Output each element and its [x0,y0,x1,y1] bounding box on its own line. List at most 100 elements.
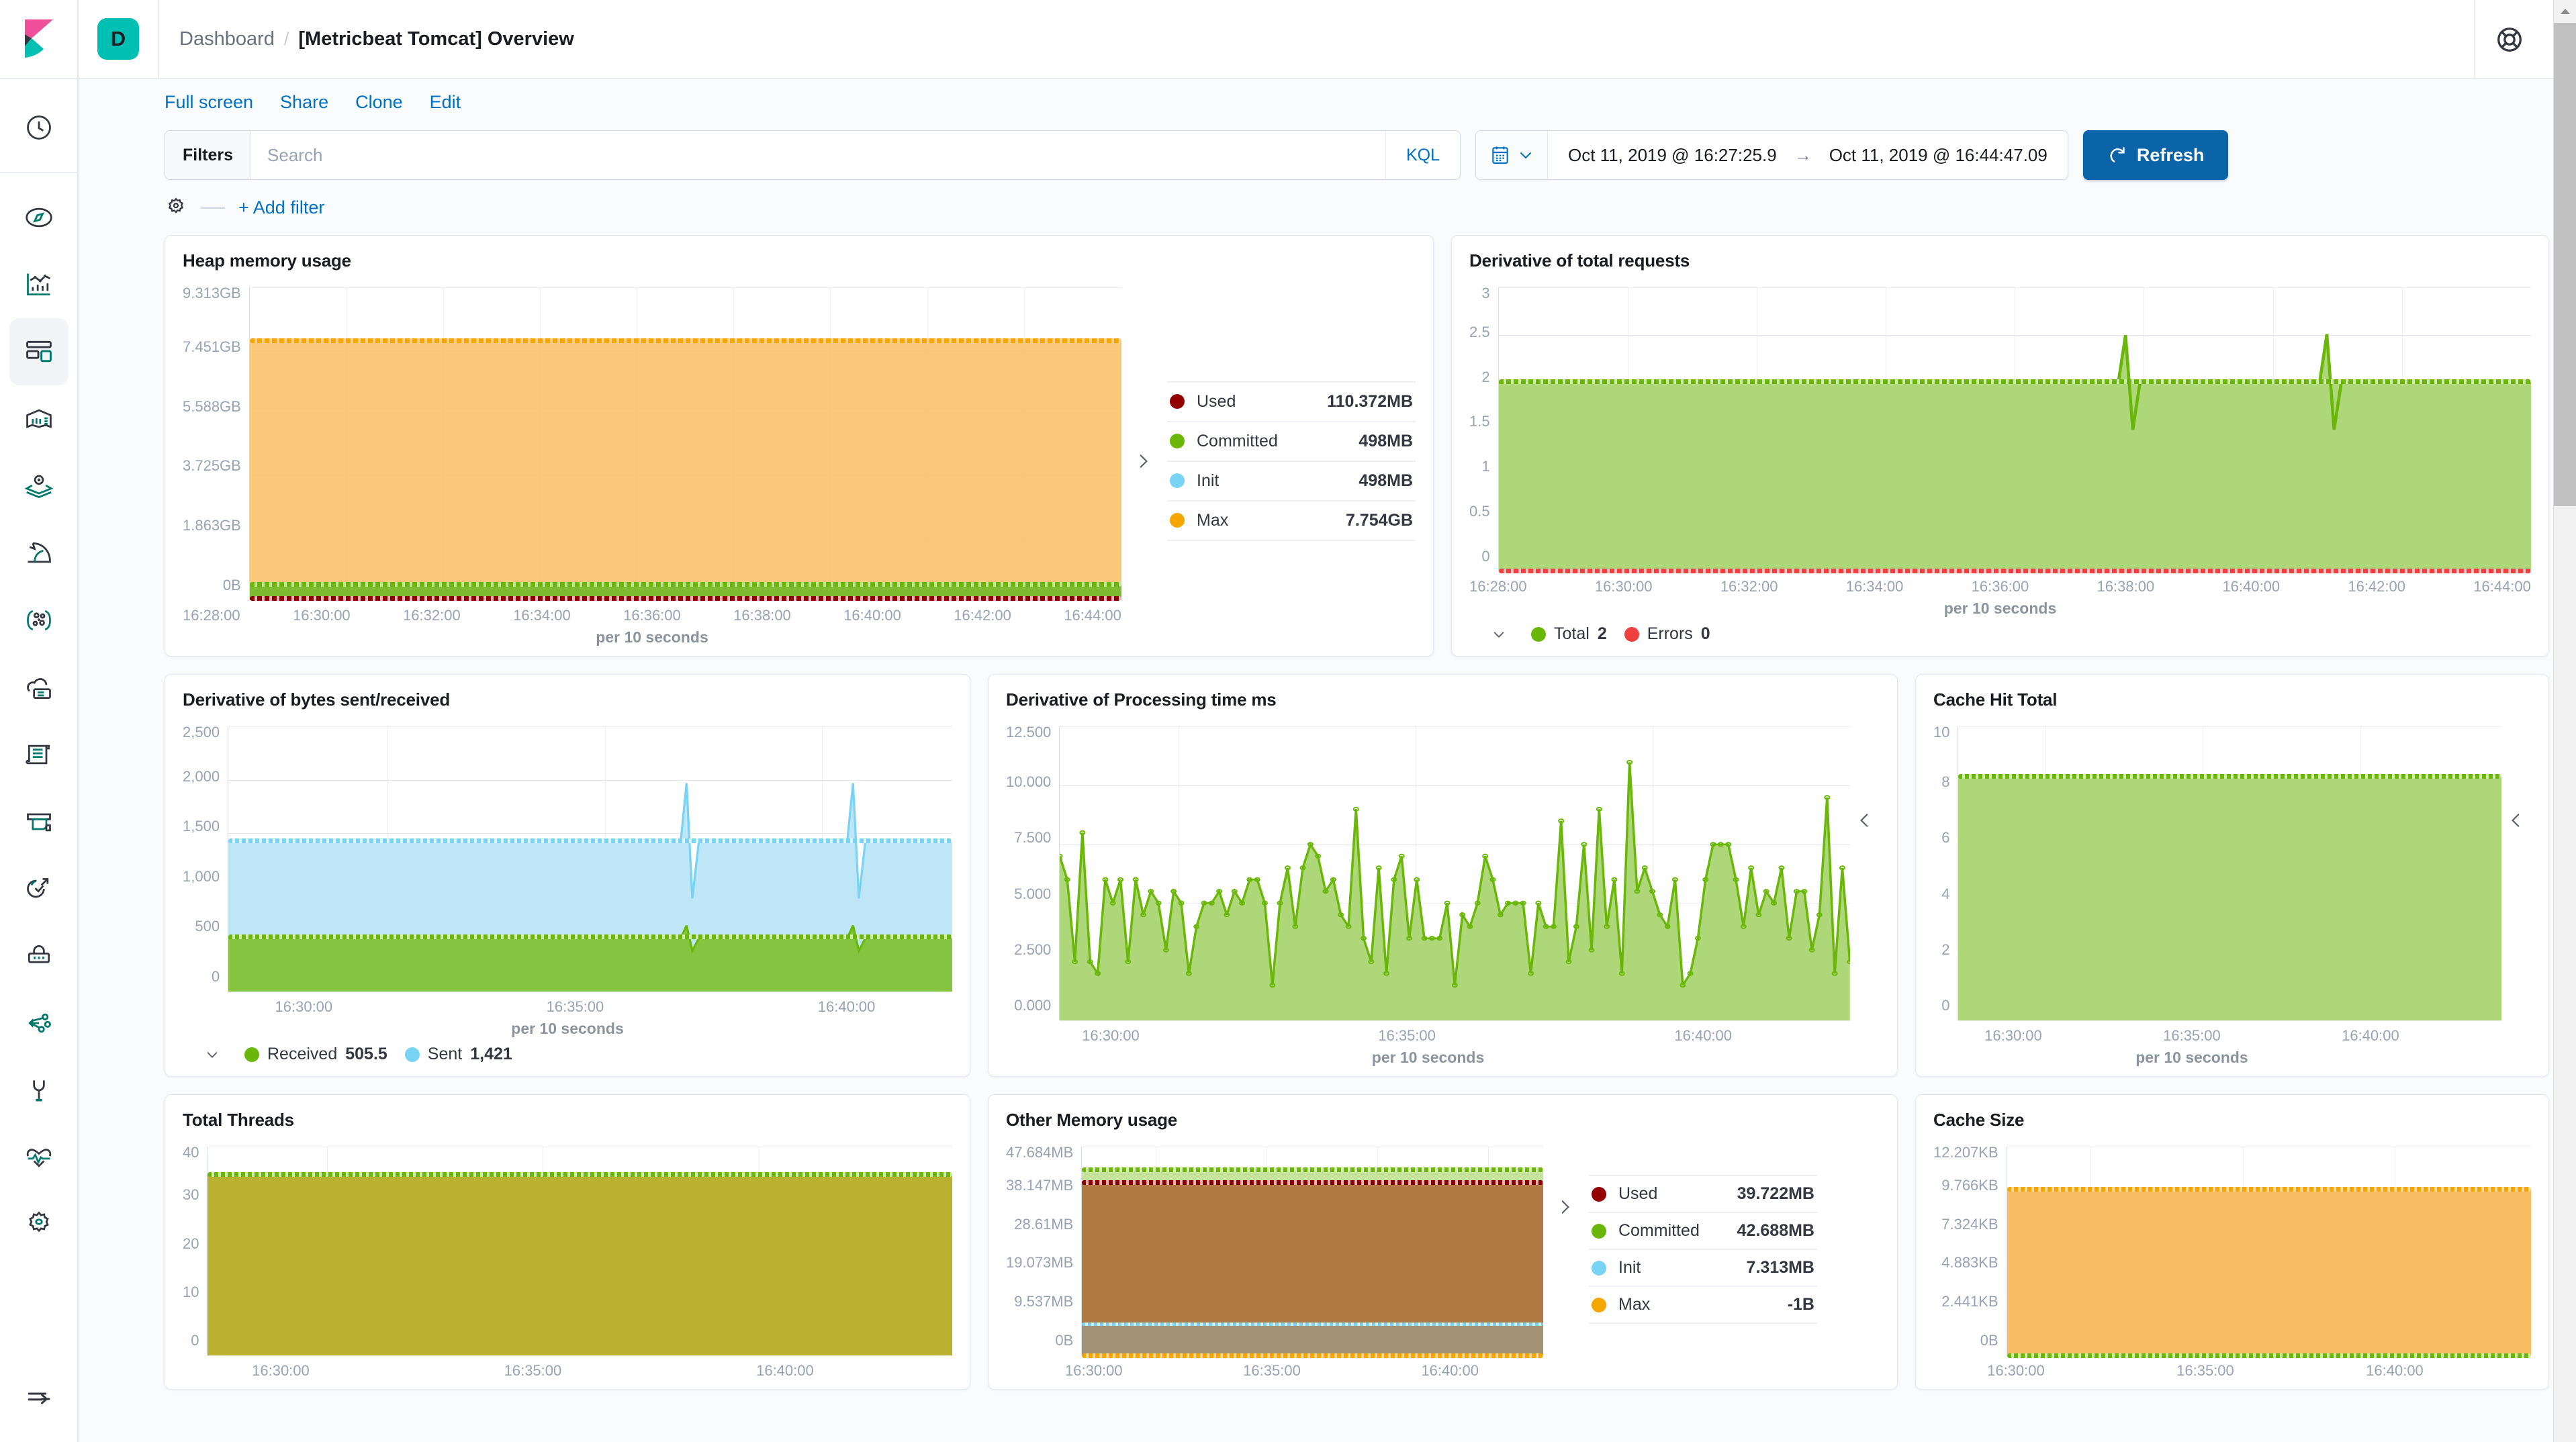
sidebar-item-logs[interactable] [9,721,68,788]
legend-value: 2 [1598,624,1607,644]
legend-item-committed[interactable]: Committed 42.688MB [1589,1212,1817,1249]
sidebar-item-management[interactable] [9,1057,68,1124]
series-max-line [250,338,1121,343]
legend-item-max[interactable]: Max 7.754GB [1167,500,1416,541]
kibana-logo[interactable] [0,0,78,79]
refresh-button[interactable]: Refresh [2083,130,2229,180]
sidebar-item-canvas[interactable] [9,385,68,452]
sidebar-item-graph[interactable] [9,587,68,654]
x-tick: 16:30:00 [1987,1362,2045,1380]
legend-color-dot [1170,434,1185,448]
scrollbar-up-arrow[interactable] [2554,0,2576,23]
sidebar-item-machine-learning[interactable] [9,520,68,587]
uptime-icon [24,874,54,904]
chevron-right-icon [1556,1195,1573,1219]
legend-item-sent[interactable]: Sent 1,421 [405,1045,512,1064]
y-tick: 500 [195,919,220,934]
app-badge[interactable]: D [97,18,139,60]
y-tick: 3.725GB [183,459,241,473]
x-axis-title: per 10 seconds [183,624,1121,646]
sidebar-item-discover[interactable] [9,184,68,251]
machine-learning-icon [24,538,54,568]
clone-button[interactable]: Clone [355,92,403,113]
legend-expand-button[interactable] [1850,714,1880,1067]
x-tick: 16:30:00 [1082,1027,1140,1045]
legend-item-max[interactable]: Max -1B [1589,1286,1817,1324]
y-axis-labels: 3 2.5 2 1.5 1 0.5 0 [1469,287,1498,571]
legend-collapse-button[interactable] [1484,627,1514,642]
page-scrollbar[interactable] [2553,0,2576,1442]
y-tick: 2 [1941,943,1949,957]
legend-item-total[interactable]: Total 2 [1531,624,1607,644]
y-tick: 0 [212,969,220,984]
sidebar-item-settings[interactable] [9,1191,68,1258]
legend-label: Sent [428,1045,462,1064]
legend-item-used[interactable]: Used 110.372MB [1167,381,1416,421]
legend-item-init[interactable]: Init 498MB [1167,461,1416,500]
legend-item-used[interactable]: Used 39.722MB [1589,1175,1817,1212]
y-tick: 2,500 [183,725,220,740]
share-button[interactable]: Share [280,92,328,113]
legend-label: Used [1197,392,1315,412]
canvas-icon [24,404,54,434]
date-quick-select-button[interactable] [1476,131,1548,179]
legend-value: 7.754GB [1346,511,1413,530]
x-axis-labels: 16:30:00 16:35:00 16:40:00 [1006,1020,1850,1045]
search-input[interactable] [251,131,1385,179]
filter-settings-gear-icon[interactable] [165,196,187,219]
x-tick: 16:40:00 [2222,578,2280,595]
series-sent-received-areas [228,727,952,992]
legend-collapse-button[interactable] [197,1047,227,1062]
y-tick: 28.61MB [1014,1217,1073,1232]
sidebar-item-monitoring[interactable] [9,1124,68,1191]
sidebar-item-uptime[interactable] [9,855,68,922]
y-axis-labels: 9.313GB 7.451GB 5.588GB 3.725GB 1.863GB … [183,287,249,600]
x-tick: 16:34:00 [1846,578,1904,595]
global-nav-sidebar [0,0,79,1442]
sidebar-item-infrastructure[interactable] [9,654,68,721]
breadcrumb-dashboard-link[interactable]: Dashboard [179,28,275,50]
add-filter-button[interactable]: + Add filter [238,197,324,218]
sidebar-item-apm[interactable] [9,788,68,855]
legend-item-committed[interactable]: Committed 498MB [1167,421,1416,461]
series-max-line [1082,1353,1543,1358]
date-start[interactable]: Oct 11, 2019 @ 16:27:25.9 [1568,145,1777,166]
legend-expand-button[interactable] [2501,714,2531,1067]
sidebar-item-dev-tools[interactable] [9,990,68,1057]
legend-expand-button[interactable] [1128,449,1158,473]
edit-button[interactable]: Edit [430,92,461,113]
x-tick: 16:40:00 [818,998,876,1016]
legend-derivative-of-bytes-sent-received: Received 505.5 Sent 1,421 [183,1038,952,1067]
y-tick: 40 [183,1145,199,1160]
sidebar-collapse-button[interactable] [0,1384,79,1412]
sidebar-item-visualize[interactable] [9,251,68,318]
legend-item-received[interactable]: Received 505.5 [244,1045,387,1064]
sidebar-item-dashboard[interactable] [9,318,68,385]
chevron-left-icon [1856,808,1874,832]
series-init-line [1082,1323,1543,1326]
legend-item-init[interactable]: Init 7.313MB [1589,1249,1817,1286]
sidebar-item-maps[interactable] [9,452,68,520]
series-processing-time-area [1060,727,1850,1020]
x-tick: 16:40:00 [2342,1027,2399,1045]
breadcrumb-separator: / [284,29,289,50]
legend-label: Committed [1618,1221,1725,1241]
sidebar-item-siem[interactable] [9,922,68,990]
panel-title: Derivative of total requests [1469,250,2531,271]
filters-button[interactable]: Filters [165,131,251,179]
y-tick: 0 [1941,998,1949,1013]
x-tick: 16:30:00 [275,998,333,1016]
query-language-button[interactable]: KQL [1385,131,1460,179]
legend-item-errors[interactable]: Errors 0 [1624,624,1710,644]
date-end[interactable]: Oct 11, 2019 @ 16:44:47.09 [1829,145,2048,166]
x-tick: 16:35:00 [1243,1362,1301,1380]
chart-total-threads: 40 30 20 10 0 [183,1135,952,1380]
legend-expand-button[interactable] [1550,1175,1579,1219]
y-axis-labels: 40 30 20 10 0 [183,1147,207,1355]
help-button[interactable] [2474,0,2524,79]
series-cache-hit-line [1958,774,2501,779]
full-screen-button[interactable]: Full screen [165,92,253,113]
legend-color-dot [1592,1261,1606,1276]
scrollbar-thumb[interactable] [2554,23,2576,506]
sidebar-item-recently-viewed[interactable] [9,94,68,161]
